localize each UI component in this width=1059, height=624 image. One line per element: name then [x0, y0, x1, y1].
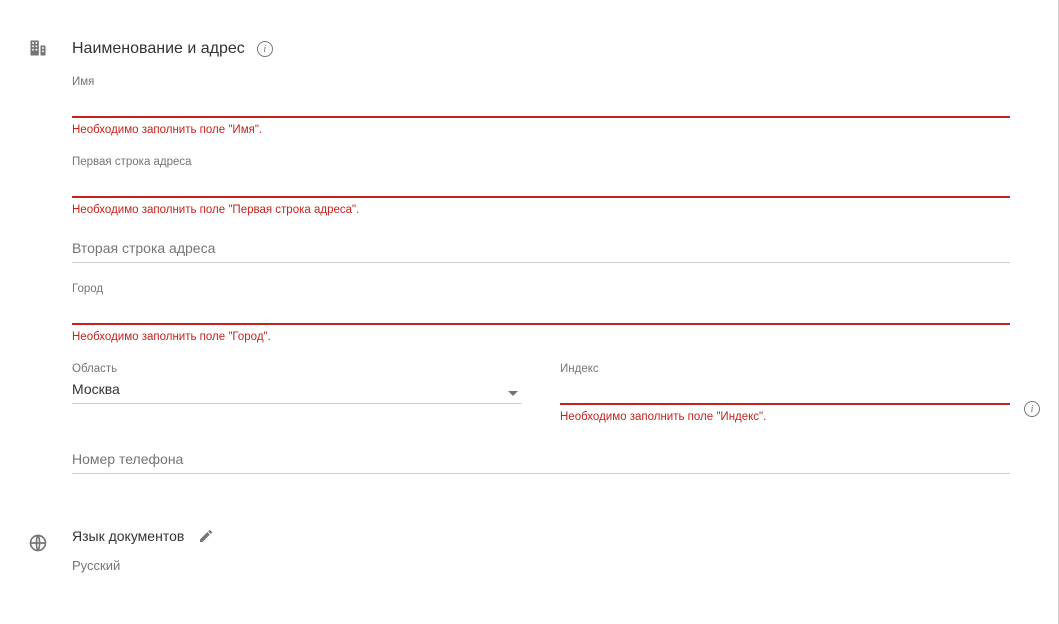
language-title-text: Язык документов	[72, 528, 184, 544]
region-value: Москва	[72, 377, 522, 404]
postal-label: Индекс	[560, 363, 1010, 375]
building-icon	[28, 38, 48, 58]
name-address-title-text: Наименование и адрес	[72, 40, 245, 58]
name-input[interactable]	[72, 90, 1010, 118]
chevron-down-icon	[508, 391, 518, 396]
name-address-title: Наименование и адрес i	[72, 40, 1008, 58]
name-error: Необходимо заполнить поле "Имя".	[72, 124, 1010, 136]
region-label: Область	[72, 363, 522, 375]
phone-input[interactable]	[72, 447, 1010, 474]
language-value: Русский	[72, 558, 1008, 573]
address-line2-input[interactable]	[72, 236, 1010, 263]
language-title: Язык документов	[72, 528, 1008, 544]
postal-info-icon[interactable]: i	[1024, 401, 1040, 417]
city-input[interactable]	[72, 297, 1010, 325]
city-error: Необходимо заполнить поле "Город".	[72, 331, 1010, 343]
edit-icon[interactable]	[198, 528, 214, 544]
region-select[interactable]: Москва	[72, 377, 522, 404]
postal-input[interactable]	[560, 377, 1010, 405]
city-label: Город	[72, 283, 1010, 295]
address-line1-error: Необходимо заполнить поле "Первая строка…	[72, 204, 1010, 216]
globe-icon	[28, 533, 48, 553]
postal-error: Необходимо заполнить поле "Индекс".	[560, 411, 1010, 423]
name-label: Имя	[72, 76, 1010, 88]
address-line1-label: Первая строка адреса	[72, 156, 1010, 168]
address-line1-input[interactable]	[72, 170, 1010, 198]
info-icon[interactable]: i	[257, 41, 273, 57]
